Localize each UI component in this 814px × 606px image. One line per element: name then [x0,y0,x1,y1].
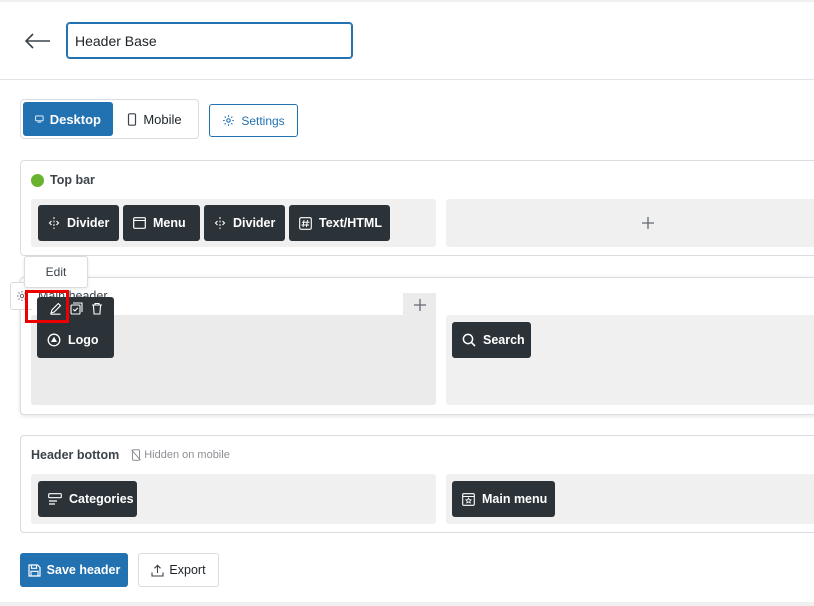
top-bar-right-zone[interactable] [446,199,814,247]
menu-chip[interactable]: Menu [123,205,200,241]
save-header-label: Save header [46,563,121,577]
export-button[interactable]: Export [138,553,219,587]
window-icon [133,217,146,229]
header-bottom-title-text: Header bottom [31,448,120,462]
top-bar-title-text: Top bar [50,173,95,187]
mobile-off-icon [131,449,142,461]
desktop-icon [35,115,44,123]
main-header-section: Main header Search [20,277,814,415]
settings-label: Settings [241,113,285,128]
back-arrow-icon[interactable] [22,28,54,54]
categories-chip[interactable]: Categories [38,481,137,517]
menu-label: Menu [153,216,186,230]
device-toggle: Desktop Mobile [20,99,199,139]
logo-label: Logo [68,333,99,347]
save-icon [28,563,41,577]
save-header-button[interactable]: Save header [20,553,128,587]
status-dot [31,173,44,187]
logo-chip-content[interactable]: Logo [37,322,114,358]
add-element-plus-icon[interactable] [638,213,658,233]
top-bar-title: Top bar [31,173,95,187]
chip-toolbar [37,297,114,319]
main-menu-label: Main menu [482,492,548,506]
desktop-tab[interactable]: Desktop [23,102,113,136]
categories-icon [48,492,62,505]
upload-icon [151,564,164,577]
menu-star-icon [462,492,475,506]
header-bottom-title: Header bottom Hidden on mobile [31,448,230,462]
gear-icon [223,115,235,126]
search-icon [462,333,476,347]
title-bar [0,2,814,80]
mobile-icon [128,112,137,126]
top-bar-section: Top bar Divider Menu Divider Text/HTML [20,160,814,256]
divider-icon [48,217,60,229]
logo-circle-icon [47,333,61,347]
text-html-label: Text/HTML [319,216,382,230]
divider-chip-2[interactable]: Divider [204,205,285,241]
settings-button[interactable]: Settings [209,104,298,137]
hidden-on-mobile-note: Hidden on mobile [131,449,230,461]
main-menu-chip[interactable]: Main menu [452,481,555,517]
mobile-tab[interactable]: Mobile [113,102,196,136]
duplicate-icon[interactable] [70,301,83,315]
add-element-plus-icon[interactable] [403,293,436,317]
trash-icon[interactable] [91,302,103,315]
divider-label-1: Divider [67,216,110,230]
desktop-label: Desktop [49,111,101,127]
divider-label-2: Divider [233,216,276,230]
search-label: Search [483,333,525,347]
edit-tooltip: Edit [24,256,88,288]
mobile-label: Mobile [143,111,182,127]
header-bottom-section: Header bottom Hidden on mobile Categorie… [20,435,814,533]
categories-label: Categories [69,492,134,506]
header-name-input[interactable] [66,22,353,59]
divider-icon [214,217,226,229]
search-chip[interactable]: Search [452,322,531,358]
header-builder-panel: Desktop Mobile Settings Top bar Divider … [0,2,814,602]
hashtag-box-icon [299,216,312,230]
pencil-icon[interactable] [49,302,62,315]
export-label: Export [169,563,206,577]
hidden-on-mobile-text: Hidden on mobile [144,449,230,461]
divider-chip-1[interactable]: Divider [38,205,119,241]
text-html-chip[interactable]: Text/HTML [289,205,390,241]
